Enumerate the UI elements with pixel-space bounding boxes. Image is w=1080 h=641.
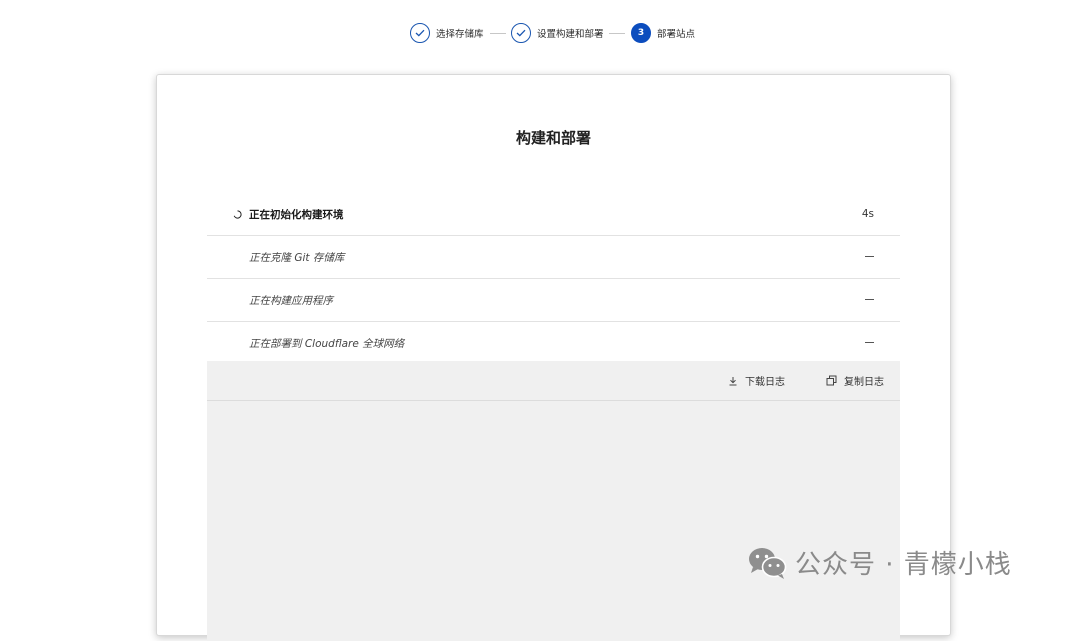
build-step-label: 正在初始化构建环境 <box>249 208 344 221</box>
copy-log-label: 复制日志 <box>844 377 884 388</box>
build-step-time <box>865 256 874 257</box>
step-configure-build: 设置构建和部署 <box>511 22 604 44</box>
step-separator <box>609 33 625 34</box>
build-step-time <box>865 299 874 300</box>
spinner-icon <box>233 210 242 219</box>
build-step-time: 4s <box>861 208 874 220</box>
step-label: 设置构建和部署 <box>537 29 604 40</box>
check-icon <box>511 23 531 43</box>
wechat-icon <box>749 547 787 579</box>
build-step-row: 正在部署到 Cloudflare 全球网络 <box>207 322 900 365</box>
check-icon <box>410 23 430 43</box>
download-log-label: 下载日志 <box>745 377 785 388</box>
build-step-label: 正在克隆 Git 存储库 <box>249 251 345 264</box>
build-step-row: 正在克隆 Git 存储库 <box>207 236 900 279</box>
step-label: 选择存储库 <box>436 29 484 40</box>
copy-icon <box>826 375 837 386</box>
build-step-label: 正在部署到 Cloudflare 全球网络 <box>249 337 405 350</box>
page-title: 构建和部署 <box>515 129 591 147</box>
progress-stepper: 选择存储库 设置构建和部署 3 部署站点 <box>0 22 1080 44</box>
step-label: 部署站点 <box>657 29 696 40</box>
build-step-time <box>865 342 874 343</box>
log-toolbar: 下载日志 复制日志 <box>207 361 900 401</box>
download-log-button[interactable]: 下载日志 <box>728 373 785 388</box>
copy-log-button[interactable]: 复制日志 <box>826 373 884 388</box>
step-number-badge: 3 <box>631 23 651 43</box>
step-deploy-site: 3 部署站点 <box>631 22 695 44</box>
build-step-row: 正在构建应用程序 <box>207 279 900 322</box>
build-step-row: 正在初始化构建环境 4s <box>207 193 900 236</box>
build-step-label: 正在构建应用程序 <box>249 294 333 307</box>
build-steps-list: 正在初始化构建环境 4s 正在克隆 Git 存储库 正在构建应用程序 正在部署到… <box>207 193 900 365</box>
watermark: 公众号 · 青檬小栈 <box>747 544 1012 581</box>
download-icon <box>729 376 737 385</box>
watermark-text: 公众号 · 青檬小栈 <box>795 550 1012 580</box>
build-log-panel[interactable]: 下载日志 复制日志 <box>207 361 900 641</box>
step-select-repository: 选择存储库 <box>410 22 484 44</box>
step-separator <box>490 33 506 34</box>
